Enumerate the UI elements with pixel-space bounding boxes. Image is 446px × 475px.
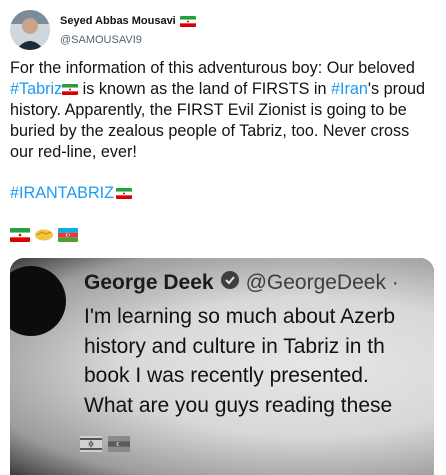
author-name[interactable]: Seyed Abbas Mousavi — [60, 15, 176, 27]
handshake-icon — [34, 228, 54, 242]
azerbaijan-flag-icon — [108, 436, 130, 457]
tweet-text: For the information of this adventurous … — [10, 58, 434, 163]
embedded-author-handle: @GeorgeDeek · — [245, 271, 399, 294]
hashtag-iran-link[interactable]: #Iran — [331, 80, 368, 98]
embedded-line: What are you guys reading these — [84, 393, 393, 417]
tweet-header: Seyed Abbas Mousavi @SAMOUSAVI9 — [10, 10, 430, 50]
emoji-row — [10, 228, 78, 242]
iran-flag-icon — [62, 84, 79, 95]
tweet-text-part: For the information of this adventurous … — [10, 59, 415, 77]
hashtag-line: #IRANTABRIZ — [10, 184, 133, 203]
author-name-row: Seyed Abbas Mousavi — [60, 15, 196, 27]
avatar[interactable] — [10, 10, 50, 50]
hashtag-tabriz-link[interactable]: #Tabriz — [10, 80, 62, 98]
embedded-flags — [80, 436, 130, 457]
embedded-line: book I was recently presented. — [84, 364, 369, 387]
embedded-line: I'm learning so much about Azerb — [84, 305, 396, 328]
iran-flag-icon — [179, 15, 196, 27]
tweet-media-image[interactable]: George Deek @GeorgeDeek · I'm learning s… — [10, 258, 434, 475]
embedded-line: history and culture in Tabriz in th — [84, 334, 385, 358]
iran-flag-icon — [116, 188, 133, 199]
tweet-text-part: is known as the land of FIRSTS in — [78, 80, 332, 98]
verified-badge-icon — [220, 270, 240, 296]
embedded-tweet-text: I'm learning so much about Azerb history… — [84, 302, 395, 420]
azerbaijan-flag-icon — [58, 228, 78, 242]
embedded-author-row: George Deek @GeorgeDeek · — [84, 270, 399, 296]
author-handle[interactable]: @SAMOUSAVI9 — [60, 34, 142, 46]
embedded-author-name: George Deek — [84, 271, 214, 294]
hashtag-irantabriz-link[interactable]: #IRANTABRIZ — [10, 184, 114, 203]
israel-flag-icon — [80, 436, 102, 457]
iran-flag-icon — [10, 228, 30, 242]
